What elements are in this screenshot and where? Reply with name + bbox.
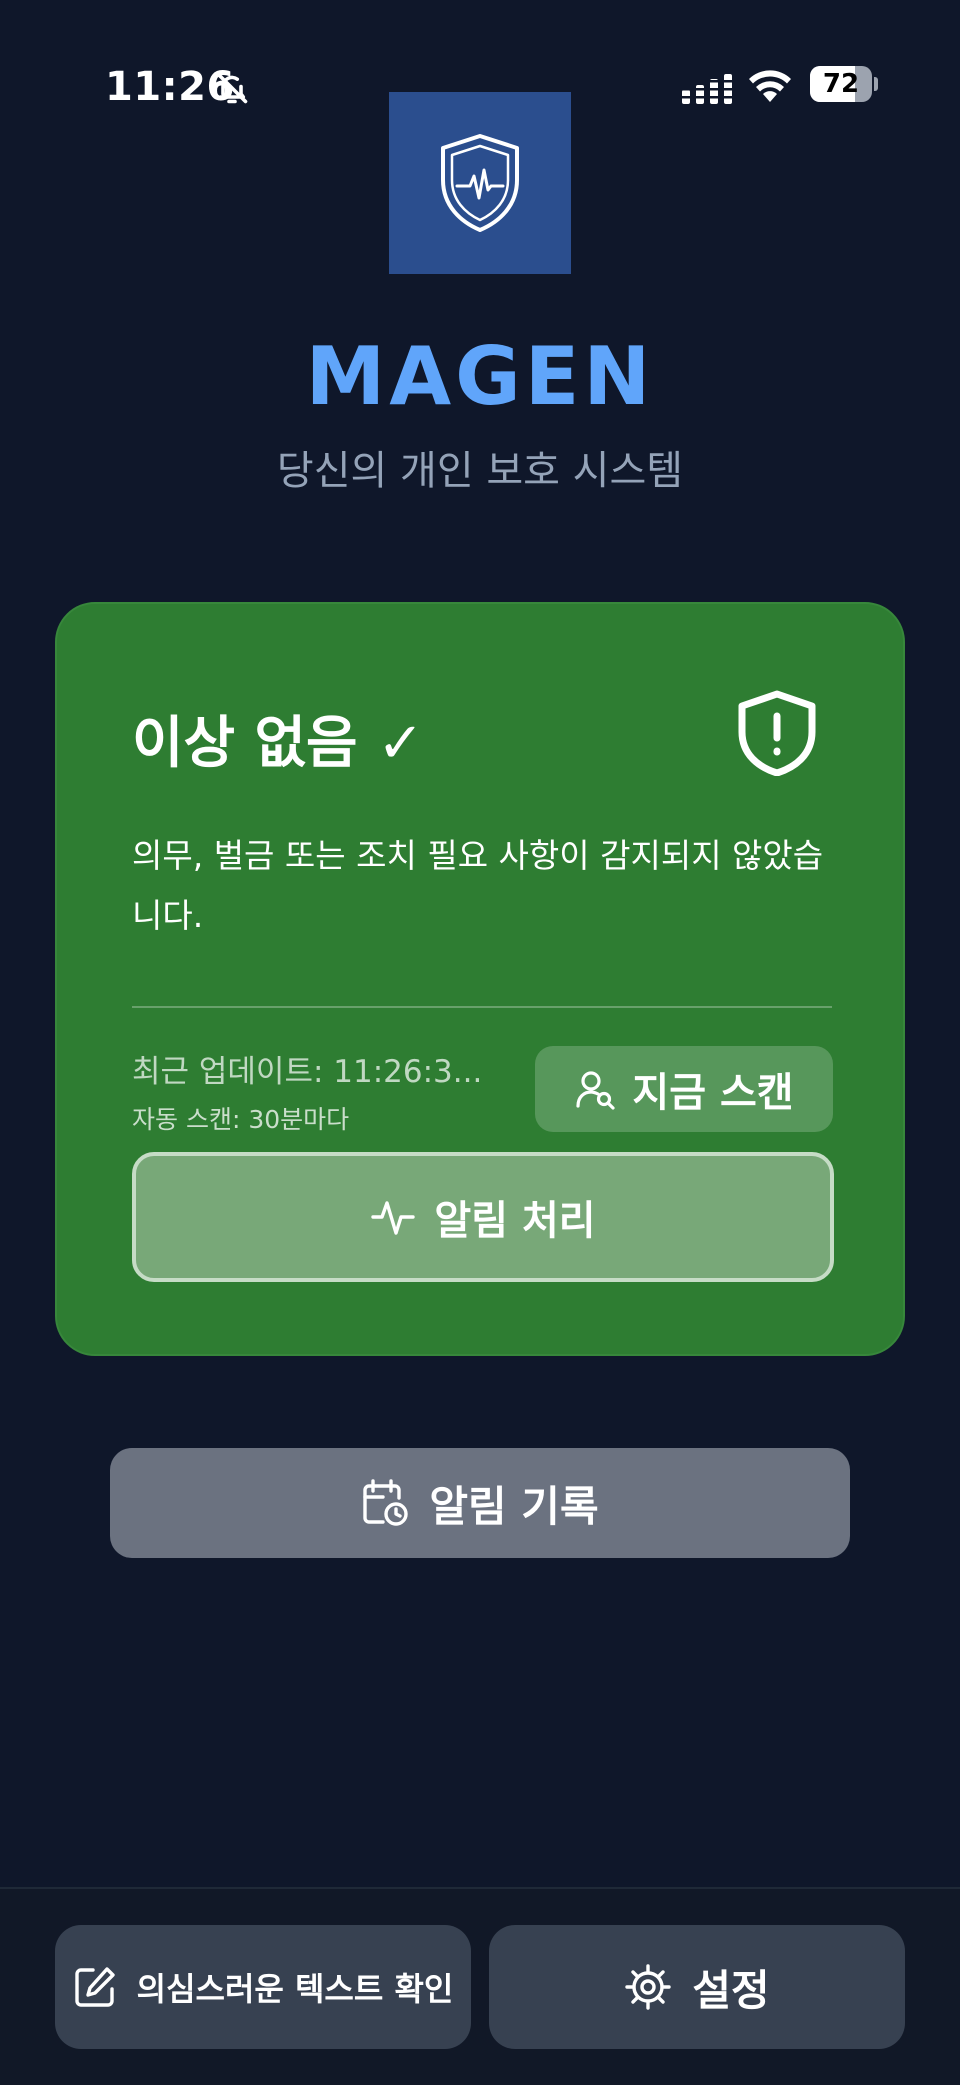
auto-scan-text: 자동 스캔: 30분마다	[132, 1105, 350, 1134]
battery-icon: 72	[810, 66, 878, 102]
shield-pulse-icon	[441, 134, 519, 232]
gear-icon	[625, 1964, 672, 2010]
alert-history-label: 알림 기록	[429, 1481, 599, 1531]
shield-alert-icon	[738, 690, 816, 776]
app-screen: 11:26 72 MAGEN 당신의 개인 보호 시스템 이상 없음 ✓ 의무,…	[0, 0, 960, 2085]
last-update-text: 최근 업데이트: 11:26:3...	[132, 1054, 483, 1090]
check-suspicious-text-label: 의심스러운 텍스트 확인	[136, 1970, 454, 2008]
scan-now-label: 지금 스캔	[632, 1070, 794, 1116]
handle-alerts-label: 알림 처리	[434, 1198, 596, 1244]
bell-slash-icon	[216, 72, 248, 104]
calendar-clock-icon	[363, 1479, 409, 1526]
app-logo	[389, 92, 571, 274]
settings-label: 설정	[692, 1965, 770, 2015]
scan-now-button[interactable]: 지금 스캔	[535, 1046, 833, 1132]
app-title: MAGEN	[305, 330, 655, 423]
app-subtitle: 당신의 개인 보호 시스템	[276, 448, 684, 494]
handle-alerts-button[interactable]: 알림 처리	[132, 1152, 834, 1282]
wifi-icon	[749, 70, 791, 102]
battery-level: 72	[822, 69, 860, 99]
check-suspicious-text-button[interactable]: 의심스러운 텍스트 확인	[55, 1925, 471, 2049]
settings-button[interactable]: 설정	[489, 1925, 905, 2049]
bottom-bar: 의심스러운 텍스트 확인 설정	[0, 1889, 960, 2085]
alert-history-button[interactable]: 알림 기록	[110, 1448, 850, 1558]
user-search-icon	[576, 1071, 616, 1110]
signal-icon	[682, 74, 732, 104]
status-card: 이상 없음 ✓ 의무, 벌금 또는 조치 필요 사항이 감지되지 않았습니다. …	[55, 602, 905, 1356]
status-message: 의무, 벌금 또는 조치 필요 사항이 감지되지 않았습니다.	[132, 836, 824, 935]
edit-icon	[74, 1967, 115, 2007]
status-title: 이상 없음 ✓	[132, 711, 424, 776]
activity-icon	[371, 1201, 416, 1235]
card-divider	[132, 1006, 832, 1008]
